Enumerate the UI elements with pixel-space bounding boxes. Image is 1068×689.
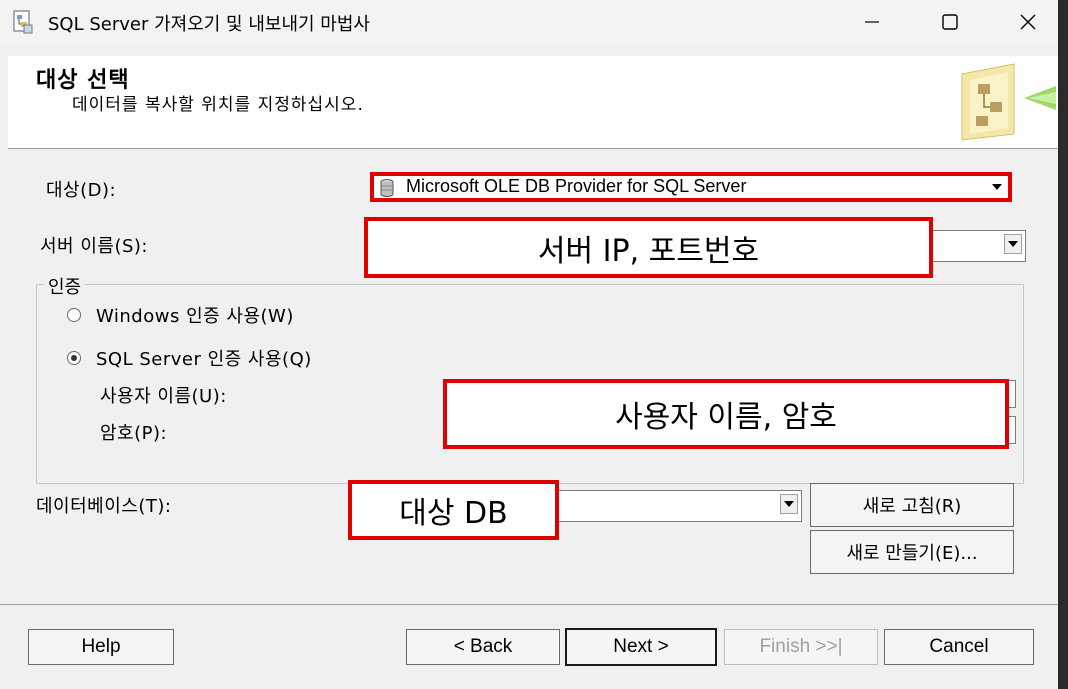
destination-label: 대상(D): [46,180,117,201]
next-button[interactable]: Next > [565,628,717,666]
minimize-button[interactable] [844,0,900,44]
credentials-annotation-box: 사용자 이름, 암호 [443,379,1009,449]
new-database-button[interactable]: 새로 만들기(E)... [810,530,1014,574]
maximize-icon [942,14,958,30]
wizard-app-icon [12,10,34,34]
cancel-button[interactable]: Cancel [884,629,1034,665]
chevron-down-icon [992,184,1002,190]
chevron-down-icon[interactable] [1004,234,1022,254]
help-button[interactable]: Help [28,629,174,665]
server-annotation-box: 서버 IP, 포트번호 [364,217,933,278]
database-annotation-box: 대상 DB [348,480,559,540]
auth-group-label: 인증 [44,273,86,299]
back-button[interactable]: < Back [406,629,560,665]
refresh-button[interactable]: 새로 고침(R) [810,483,1014,527]
server-name-label: 서버 이름(S): [40,236,148,257]
wizard-banner-icon [952,58,1056,146]
destination-value: Microsoft OLE DB Provider for SQL Server [406,176,747,196]
footer-divider [0,604,1058,605]
window-edge [1058,0,1068,689]
window-title: SQL Server 가져오기 및 내보내기 마법사 [48,14,370,35]
windows-auth-radio[interactable] [67,308,81,322]
database-label: 데이터베이스(T): [36,496,172,517]
maximize-button[interactable] [922,0,978,44]
windows-auth-label[interactable]: Windows 인증 사용(W) [96,302,294,328]
minimize-icon [865,21,879,23]
finish-button: Finish >>| [724,629,878,665]
username-label: 사용자 이름(U): [100,386,227,407]
page-subtitle: 데이터를 복사할 위치를 지정하십시오. [72,95,364,115]
destination-select[interactable]: Microsoft OLE DB Provider for SQL Server [370,172,1012,202]
database-icon [380,179,394,197]
close-button[interactable] [1000,0,1056,44]
password-label: 암호(P): [100,423,168,444]
chevron-down-icon[interactable] [780,494,798,514]
sql-auth-label[interactable]: SQL Server 인증 사용(Q) [96,345,312,371]
sql-auth-radio[interactable] [67,351,81,365]
close-icon [1020,14,1036,30]
